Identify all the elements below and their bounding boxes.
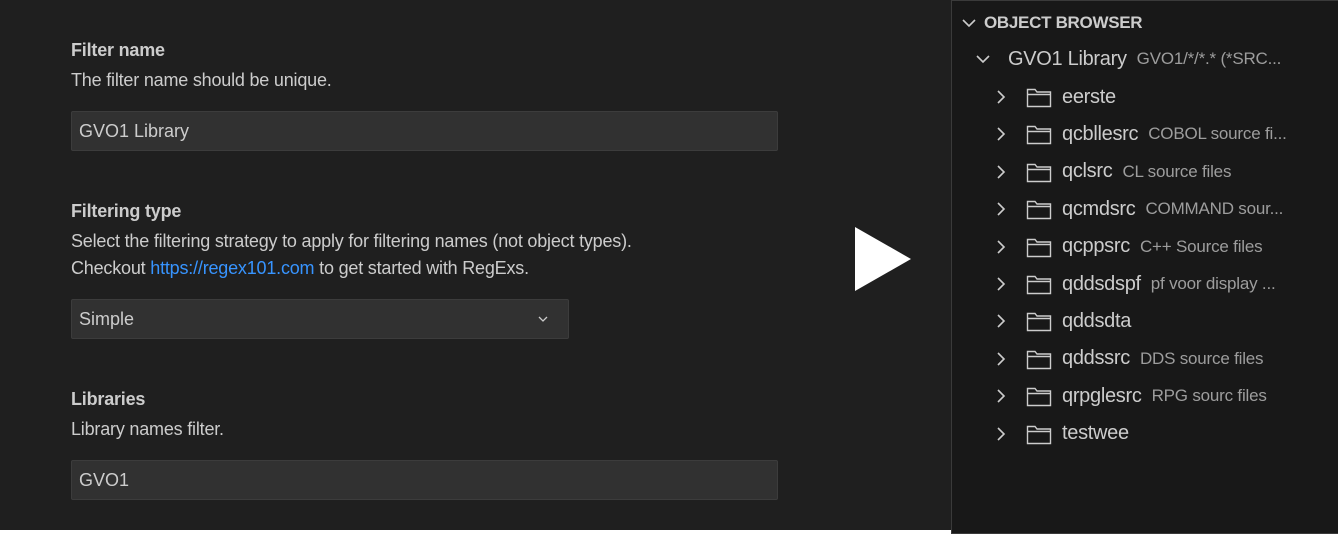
folder-icon xyxy=(1026,200,1052,220)
chevron-right-icon xyxy=(997,127,1006,141)
tree-item-eerste[interactable]: eerste xyxy=(992,80,1334,114)
chevron-right-icon xyxy=(997,90,1006,104)
chevron-right-icon xyxy=(997,427,1006,441)
tree-item-description: COMMAND sour... xyxy=(1145,199,1284,219)
filter-name-input[interactable] xyxy=(71,111,778,151)
filtering-type-title: Filtering type xyxy=(71,201,182,221)
tree-item-name: eerste xyxy=(1062,85,1116,108)
tree-item-qrpglesrc[interactable]: qrpglesrc RPG sourc files xyxy=(992,379,1334,413)
folder-icon xyxy=(1026,313,1052,332)
filtering-type-description: Select the filtering strategy to apply f… xyxy=(71,231,632,251)
chevron-down-icon xyxy=(976,55,990,64)
tree-item-qddsdspf[interactable]: qddsdspf pf voor display ... xyxy=(992,267,1334,301)
tree-item-description: COBOL source fi... xyxy=(1148,124,1287,144)
chevron-right-icon xyxy=(997,240,1006,254)
libraries-section: Libraries Library names filter. xyxy=(71,389,224,443)
tree-item-name: qddssrc xyxy=(1062,347,1130,370)
chevron-right-icon xyxy=(997,352,1006,366)
filtering-type-help: Checkout https://regex101.com to get sta… xyxy=(71,255,632,282)
folder-icon xyxy=(1026,387,1052,407)
tree-item-testwee[interactable]: testwee xyxy=(992,417,1334,451)
tree-item-name: qddsdta xyxy=(1062,309,1132,332)
tree-item-name: qddsdspf xyxy=(1062,272,1141,295)
folder-icon xyxy=(1026,425,1052,444)
chevron-right-icon xyxy=(997,165,1006,179)
filter-node-name: GVO1 Library xyxy=(1008,47,1127,70)
filtering-type-select[interactable]: Simple xyxy=(71,299,569,339)
filter-name-description: The filter name should be unique. xyxy=(71,70,332,90)
folder-icon xyxy=(1026,275,1052,295)
chevron-right-icon xyxy=(997,389,1006,403)
tree-item-description: RPG sourc files xyxy=(1151,386,1267,406)
tree-item-name: qcmdsrc xyxy=(1062,197,1136,220)
filter-name-section: Filter name The filter name should be un… xyxy=(71,40,332,94)
object-browser-header[interactable]: OBJECT BROWSER xyxy=(960,9,1143,37)
chevron-down-icon xyxy=(962,19,976,28)
chevron-right-icon xyxy=(997,202,1006,216)
help-suffix: to get started with RegExs. xyxy=(319,258,529,278)
tree-item-qcmdsrc[interactable]: qcmdsrc COMMAND sour... xyxy=(992,192,1334,226)
tree-item-name: qclsrc xyxy=(1062,160,1113,183)
tree-item-name: testwee xyxy=(1062,422,1129,445)
folder-icon xyxy=(1026,163,1052,182)
libraries-description: Library names filter. xyxy=(71,419,224,439)
chevron-right-icon xyxy=(997,277,1006,291)
libraries-input[interactable] xyxy=(71,460,778,500)
tree-item-qclsrc[interactable]: qclsrc CL source files xyxy=(992,155,1334,189)
libraries-title: Libraries xyxy=(71,389,146,409)
filter-settings-form: Filter name The filter name should be un… xyxy=(0,0,951,530)
tree-item-qcppsrc[interactable]: qcppsrc C++ Source files xyxy=(992,230,1334,264)
filtering-type-section: Filtering type Select the filtering stra… xyxy=(71,201,632,282)
tree-item-description: pf voor display ... xyxy=(1150,274,1276,293)
tree-filter-node[interactable]: GVO1 Library GVO1/*/*.* (*SRC... xyxy=(974,42,1334,76)
tree-item-name: qcbllesrc xyxy=(1062,122,1139,145)
chevron-down-icon xyxy=(538,316,548,322)
tree-item-qddsdta[interactable]: qddsdta xyxy=(992,304,1334,338)
regex101-link[interactable]: https://regex101.com xyxy=(150,258,314,278)
folder-icon xyxy=(1026,88,1052,108)
filter-node-description: GVO1/*/*.* (*SRC... xyxy=(1136,49,1282,68)
tree-item-description: DDS source files xyxy=(1139,348,1264,368)
tree-item-description: CL source files xyxy=(1122,161,1232,181)
tree-item-name: qrpglesrc xyxy=(1062,384,1142,407)
folder-icon xyxy=(1026,238,1052,257)
tree-item-qddssrc[interactable]: qddssrc DDS source files xyxy=(992,342,1334,376)
filtering-type-selected: Simple xyxy=(79,308,135,329)
object-browser-panel: OBJECT BROWSER GVO1 Library GVO1/*/*.* (… xyxy=(951,0,1338,534)
filter-name-title: Filter name xyxy=(71,40,165,60)
folder-icon xyxy=(1026,350,1052,369)
tree-item-name: qcppsrc xyxy=(1062,235,1130,258)
folder-icon xyxy=(1026,126,1052,145)
help-prefix: Checkout xyxy=(71,258,146,278)
tree-item-description: C++ Source files xyxy=(1139,236,1263,256)
tree-item-qcbllesrc[interactable]: qcbllesrc COBOL source fi... xyxy=(992,117,1334,151)
object-browser-title: OBJECT BROWSER xyxy=(984,13,1143,32)
chevron-right-icon xyxy=(997,314,1006,328)
play-arrow-icon xyxy=(855,227,911,291)
